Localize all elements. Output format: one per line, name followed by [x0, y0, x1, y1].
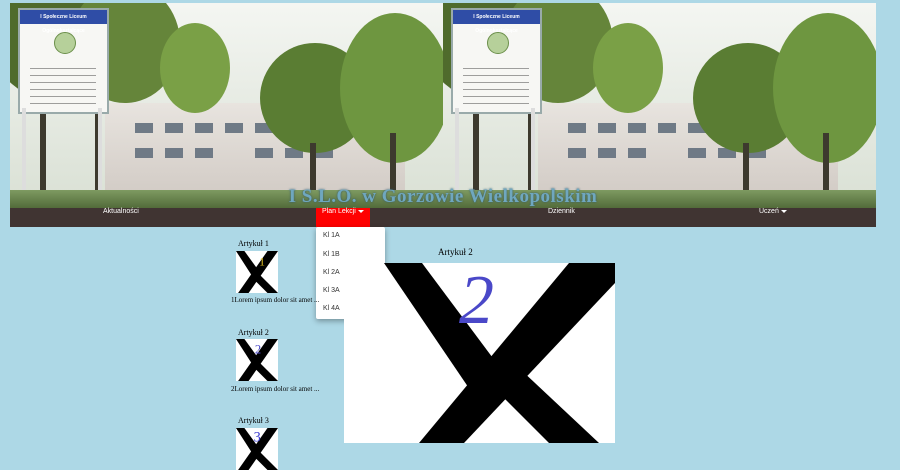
article-excerpt: 2Lorem ipsum dolor sit amet ...: [231, 385, 320, 393]
main-navbar: Aktualności Plan Lekcji Dziennik Uczeń: [10, 208, 876, 227]
school-photo: I Społeczne Liceum Ogólnokształcące: [443, 3, 876, 208]
nav-item-aktualnosci[interactable]: Aktualności: [103, 208, 139, 227]
school-sign: I Społeczne Liceum Ogólnokształcące: [451, 8, 542, 114]
nav-item-dziennik[interactable]: Dziennik: [548, 208, 575, 227]
dropdown-item-kl-1b[interactable]: Kl 1B: [323, 251, 340, 258]
nav-label: Uczeń: [759, 208, 779, 215]
article-number-mark: 2: [255, 343, 261, 357]
caret-down-icon: [780, 209, 787, 213]
main-article-image: 2: [344, 263, 615, 443]
dropdown-item-kl-3a[interactable]: Kl 3A: [323, 287, 340, 294]
article-title[interactable]: Artykuł 1: [238, 239, 269, 248]
school-sign: I Społeczne Liceum Ogólnokształcące: [18, 8, 109, 114]
school-logo: [487, 32, 509, 54]
article-thumbnail[interactable]: 3: [236, 428, 278, 470]
article-title[interactable]: Artykuł 3: [238, 416, 269, 425]
article-thumbnail[interactable]: 2: [236, 339, 278, 381]
article-excerpt: 1Lorem ipsum dolor sit amet ...: [231, 296, 320, 304]
dropdown-item-kl-4a[interactable]: Kl 4A: [323, 305, 340, 312]
dropdown-item-kl-1a[interactable]: Kl 1A: [323, 232, 340, 239]
nav-item-plan-lekcji[interactable]: Plan Lekcji: [316, 208, 370, 227]
school-photo: I Społeczne Liceum Ogólnokształcące: [10, 3, 443, 208]
nav-label: Plan Lekcji: [322, 208, 356, 215]
site-title: I S.L.O. w Gorzowie Wielkopolskim: [288, 186, 598, 207]
dropdown-item-kl-2a[interactable]: Kl 2A: [323, 269, 340, 276]
nav-label: Dziennik: [548, 208, 575, 215]
article-title[interactable]: Artykuł 2: [238, 328, 269, 337]
caret-down-icon: [357, 209, 364, 213]
school-logo: [54, 32, 76, 54]
article-number-mark: 1: [259, 256, 265, 269]
main-image-number: 2: [459, 263, 494, 339]
header-banner: I Społeczne Liceum Ogólnokształcące I Sp…: [10, 3, 876, 208]
article-thumbnail[interactable]: 1: [236, 251, 278, 293]
article-number-mark: 3: [254, 429, 261, 445]
main-article-title: Artykuł 2: [438, 247, 473, 257]
nav-item-uczen[interactable]: Uczeń: [759, 208, 787, 227]
nav-label: Aktualności: [103, 208, 139, 215]
